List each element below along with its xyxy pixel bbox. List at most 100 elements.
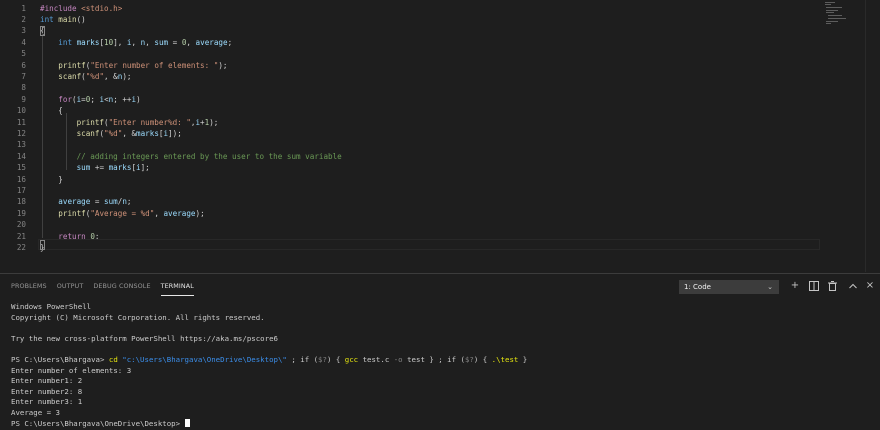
- terminal-output[interactable]: Windows PowerShell Copyright (C) Microso…: [11, 302, 871, 428]
- line-number[interactable]: 16: [0, 174, 26, 185]
- line-number[interactable]: 5: [0, 48, 26, 59]
- line-number[interactable]: 13: [0, 139, 26, 150]
- code-line[interactable]: 4 int marks[10], i, n, sum = 0, average;: [0, 37, 820, 48]
- code-line[interactable]: 2 int main(): [0, 14, 820, 25]
- code-text: {: [40, 105, 63, 116]
- terminal-line: Enter number1: 2: [11, 376, 83, 386]
- split-terminal-icon[interactable]: [808, 280, 820, 292]
- code-line[interactable]: 12 scanf("%d", &marks[i]);: [0, 128, 820, 139]
- maximize-panel-icon[interactable]: [847, 280, 859, 292]
- code-text: printf("Average = %d", average);: [40, 208, 204, 219]
- tab-terminal[interactable]: TERMINAL: [160, 282, 194, 296]
- line-number[interactable]: 20: [0, 219, 26, 230]
- code-line[interactable]: 17: [0, 185, 820, 196]
- line-number[interactable]: 21: [0, 231, 26, 242]
- line-number[interactable]: 10: [0, 105, 26, 116]
- code-line[interactable]: 15 sum += marks[i];: [0, 162, 820, 173]
- line-number[interactable]: 4: [0, 37, 26, 48]
- code-line[interactable]: 9 for(i=0; i<n; ++i): [0, 94, 820, 105]
- code-line[interactable]: 5: [0, 48, 820, 59]
- code-token: =: [90, 197, 105, 207]
- code-token: ];: [140, 163, 150, 173]
- terminal-select[interactable]: 1: Code ⌄: [679, 280, 779, 294]
- bottom-panel: PROBLEMS OUTPUT DEBUG CONSOLE TERMINAL 1…: [0, 273, 880, 430]
- panel-tab-bar: PROBLEMS OUTPUT DEBUG CONSOLE TERMINAL: [11, 282, 204, 296]
- code-token: printf: [58, 208, 86, 218]
- code-text: // adding integers entered by the user t…: [40, 151, 342, 162]
- code-line[interactable]: 8: [0, 82, 820, 93]
- line-number[interactable]: 9: [0, 94, 26, 105]
- line-number[interactable]: 19: [0, 208, 26, 219]
- code-editor[interactable]: 1 #include <stdio.h> 2 int main() 3{4 int ma…: [0, 0, 880, 272]
- code-token: +=: [90, 163, 109, 173]
- code-text: scanf("%d", &n);: [40, 71, 131, 82]
- code-token: "%d": [85, 71, 105, 81]
- code-token: ,: [145, 37, 155, 47]
- terminal-prompt-line[interactable]: PS C:\Users\Bhargava\OneDrive\Desktop>: [11, 418, 871, 430]
- command-text: ) {: [326, 354, 345, 364]
- line-number[interactable]: 8: [0, 82, 26, 93]
- code-line[interactable]: 7 scanf("%d", &n);: [0, 71, 820, 82]
- code-token: scanf: [58, 71, 82, 81]
- tab-problems[interactable]: PROBLEMS: [11, 282, 47, 296]
- code-token: marks: [136, 128, 159, 138]
- minimap[interactable]: [823, 2, 853, 24]
- code-text: sum += marks[i];: [40, 162, 150, 173]
- line-number[interactable]: 2: [0, 14, 26, 25]
- code-token: }: [40, 174, 63, 184]
- code-line[interactable]: 14 // adding integers entered by the use…: [0, 151, 820, 162]
- line-number[interactable]: 3: [0, 25, 26, 36]
- code-line[interactable]: 18 average = sum/n;: [0, 196, 820, 207]
- new-terminal-icon[interactable]: +: [789, 280, 801, 292]
- line-number[interactable]: 15: [0, 162, 26, 173]
- line-number[interactable]: 17: [0, 185, 26, 196]
- code-text: scanf("%d", &marks[i]);: [40, 128, 182, 139]
- code-line[interactable]: 16 }: [0, 174, 820, 185]
- tab-debug-console[interactable]: DEBUG CONSOLE: [93, 282, 150, 296]
- code-line[interactable]: 11 printf("Enter number%d: ",i+1);: [0, 117, 820, 128]
- code-line[interactable]: 6 printf("Enter number of elements: ");: [0, 60, 820, 71]
- terminal-select-value: 1: Code: [684, 283, 711, 291]
- close-panel-icon[interactable]: ×: [864, 280, 876, 292]
- code-line[interactable]: 1 #include <stdio.h>: [0, 3, 820, 14]
- command-text: ; if (: [286, 354, 319, 364]
- terminal-line: Average = 3: [11, 407, 60, 417]
- code-token: printf: [76, 117, 105, 127]
- editor-scrollbar[interactable]: [865, 0, 880, 272]
- code-text: for(i=0; i<n; ++i): [40, 94, 140, 105]
- terminal-cursor: [184, 418, 190, 427]
- line-number[interactable]: 18: [0, 196, 26, 207]
- command-flag: -o: [393, 354, 403, 364]
- code-line[interactable]: 13: [0, 139, 820, 150]
- code-token: marks: [108, 163, 132, 173]
- command-gcc: gcc: [344, 354, 359, 364]
- code-line[interactable]: 10 {: [0, 105, 820, 116]
- code-token: "%d": [104, 128, 123, 138]
- code-line[interactable]: 20: [0, 219, 820, 230]
- code-token: average: [58, 197, 91, 207]
- command-text: ) {: [473, 354, 492, 364]
- bracket-match: [40, 240, 45, 250]
- terminal-line: Windows PowerShell: [11, 302, 92, 311]
- indent-guide: [66, 113, 67, 170]
- code-line[interactable]: 3{: [0, 25, 820, 36]
- code-line[interactable]: 19 printf("Average = %d", average);: [0, 208, 820, 219]
- tab-output[interactable]: OUTPUT: [57, 282, 84, 296]
- line-number[interactable]: 6: [0, 60, 26, 71]
- line-number[interactable]: 11: [0, 117, 26, 128]
- code-token: (): [76, 14, 86, 24]
- line-number[interactable]: 7: [0, 71, 26, 82]
- line-number[interactable]: 22: [0, 242, 26, 253]
- line-number[interactable]: 14: [0, 151, 26, 162]
- terminal-line: Enter number2: 8: [11, 386, 83, 396]
- code-token: );: [122, 71, 132, 81]
- code-token: sum: [76, 163, 91, 173]
- code-text: average = sum/n;: [40, 196, 131, 207]
- line-number[interactable]: 1: [0, 3, 26, 14]
- trash-icon[interactable]: [826, 280, 838, 292]
- line-number[interactable]: 12: [0, 128, 26, 139]
